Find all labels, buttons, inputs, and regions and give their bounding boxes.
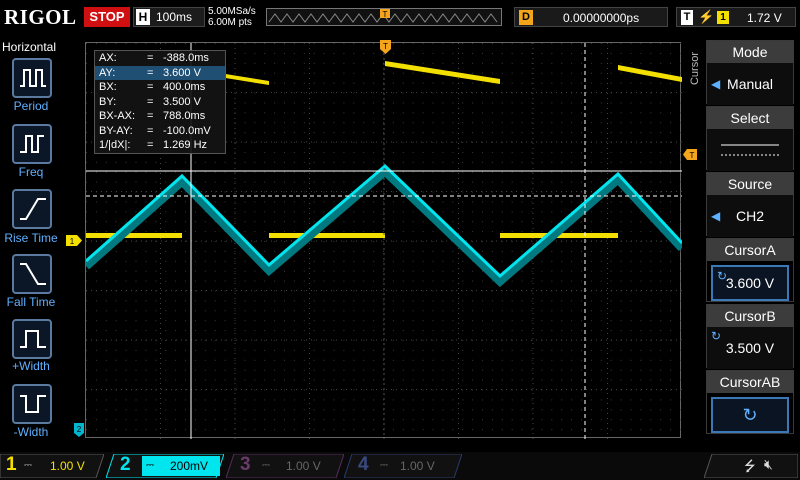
- memory-depth: 6.00M pts: [208, 17, 252, 28]
- dc-coupling-icon: ⎓: [262, 460, 270, 471]
- trigger-level-marker[interactable]: T: [683, 147, 697, 160]
- run-stop-indicator[interactable]: STOP: [84, 7, 130, 27]
- select-arrow-icon: ◀: [711, 209, 721, 223]
- readout-row-ay: AY: = 3.600 V: [95, 65, 225, 80]
- brand-logo: RIGOL: [4, 5, 77, 29]
- knob-icon: ↻: [742, 404, 758, 425]
- cursor-select-icon: [721, 144, 779, 156]
- ch1-number: 1: [6, 454, 17, 475]
- mode-title: Mode: [707, 41, 793, 63]
- fall-time-label: Fall Time: [6, 295, 56, 309]
- mode-menu[interactable]: Mode ◀ Manual: [706, 40, 794, 105]
- cursor-a-menu[interactable]: CursorA ↻ 3.600 V: [706, 238, 794, 302]
- sample-info: 5.00MSa/s 6.00M pts: [208, 6, 256, 28]
- position-trigger-label: T: [383, 10, 388, 19]
- waveform-position-bar[interactable]: T: [266, 8, 502, 26]
- ch2-scale: 200mV: [170, 459, 209, 473]
- sample-rate: 5.00MSa/s: [208, 6, 256, 17]
- cursor-ab-title: CursorAB: [707, 371, 793, 393]
- select-arrow-icon: ◀: [711, 77, 721, 91]
- freq-icon: [20, 135, 44, 153]
- source-value: CH2: [735, 208, 764, 224]
- trigger-label: T: [681, 10, 693, 25]
- period-label: Period: [13, 99, 49, 113]
- delay-display[interactable]: D 0.00000000ps: [514, 7, 668, 27]
- ch2-offset-marker[interactable]: 2: [74, 423, 84, 437]
- fall-time-icon: [20, 263, 46, 285]
- position-bar-waveform: T: [268, 9, 498, 23]
- minus-width-icon: [20, 395, 46, 413]
- svg-text:2: 2: [77, 425, 82, 434]
- trigger-position-marker[interactable]: T: [380, 40, 391, 54]
- mode-value: Manual: [727, 76, 773, 92]
- select-title: Select: [707, 107, 793, 129]
- svg-text:1: 1: [70, 237, 75, 246]
- dc-coupling-icon: ⎓: [146, 460, 154, 471]
- readout-row-by: BY: = 3.500 V: [99, 95, 201, 108]
- source-title: Source: [707, 173, 793, 195]
- ch1-indicator[interactable]: 1 ⎓ 1.00 V: [0, 454, 104, 478]
- readout-row-ax: AX: = -388.0ms: [99, 52, 209, 64]
- ch3-indicator[interactable]: 3 ⎓ 1.00 V: [226, 454, 344, 478]
- knob-icon: ↻: [717, 269, 728, 283]
- fall-time-button[interactable]: [12, 254, 52, 294]
- usb-icon: ⭍: [744, 458, 756, 474]
- cursor-b-value: 3.500 V: [725, 340, 775, 356]
- source-menu[interactable]: Source ◀ CH2: [706, 172, 794, 237]
- ch4-number: 4: [358, 454, 369, 475]
- ch4-indicator[interactable]: 4 ⎓ 1.00 V: [344, 454, 462, 478]
- dc-coupling-icon: ⎓: [380, 460, 388, 471]
- cursor-ab-menu[interactable]: CursorAB ↻: [706, 370, 794, 434]
- freq-button[interactable]: [12, 124, 52, 164]
- cursor-b-title: CursorB: [707, 305, 793, 327]
- svg-text:T: T: [383, 42, 388, 51]
- horizontal-timebase[interactable]: H 100ms: [133, 7, 205, 27]
- cursor-b-menu[interactable]: CursorB ↻ 3.500 V: [706, 304, 794, 369]
- readout-row-bx-ax: BX-AX: = 788.0ms: [99, 110, 206, 122]
- svg-text:T: T: [690, 151, 695, 160]
- menu-side-label: Cursor: [689, 52, 701, 86]
- oscilloscope-screen: RIGOL STOP H 100ms 5.00MSa/s 6.00M pts T…: [0, 0, 800, 480]
- status-icons: ⭍ 🔇︎: [703, 453, 799, 479]
- period-icon: [20, 69, 46, 87]
- trigger-source: 1: [717, 11, 729, 24]
- cursor-a-value: 3.600 V: [725, 275, 775, 291]
- left-menu-title: Horizontal: [2, 40, 57, 54]
- plus-width-button[interactable]: [12, 319, 52, 359]
- ch3-number: 3: [240, 454, 251, 475]
- ch3-scale: 1.00 V: [286, 459, 321, 473]
- minus-width-button[interactable]: [12, 384, 52, 424]
- readout-row-bx: BX: = 400.0ms: [99, 81, 206, 93]
- timebase-value: 100ms: [156, 10, 193, 24]
- period-button[interactable]: [12, 58, 52, 98]
- rising-edge-icon: ⚡: [698, 9, 715, 24]
- plus-width-label: +Width: [12, 359, 50, 373]
- ch1-scale: 1.00 V: [50, 459, 85, 473]
- select-menu[interactable]: Select: [706, 106, 794, 171]
- rise-time-button[interactable]: [12, 189, 52, 229]
- delay-label: D: [519, 10, 533, 25]
- delay-value: 0.00000000ps: [563, 11, 640, 25]
- cursor-a-title: CursorA: [707, 239, 793, 261]
- readout-row-by-ay: BY-AY: = -100.0mV: [99, 124, 211, 137]
- rise-time-label: Rise Time: [4, 231, 58, 245]
- ch2-number: 2: [120, 454, 131, 475]
- plus-width-icon: [20, 330, 46, 348]
- freq-label: Freq: [18, 165, 44, 179]
- sound-muted-icon[interactable]: 🔇︎: [764, 456, 773, 473]
- knob-icon: ↻: [711, 329, 722, 343]
- ch2-indicator[interactable]: 2 ⎓ 200mV: [106, 454, 224, 478]
- trigger-level: 1.72 V: [747, 11, 782, 25]
- horizontal-label: H: [136, 9, 150, 25]
- ch1-offset-marker[interactable]: 1: [66, 233, 82, 246]
- trigger-display[interactable]: T ⚡ 1 1.72 V: [676, 7, 796, 27]
- minus-width-label: -Width: [13, 425, 49, 439]
- cursor-readout: AX: = -388.0ms AY: = 3.600 V BX: = 400.0ms BY:…: [94, 50, 226, 154]
- ch4-scale: 1.00 V: [400, 459, 435, 473]
- rise-time-icon: [20, 198, 46, 220]
- readout-row-freq: 1/|dX|: = 1.269 Hz: [99, 139, 208, 151]
- dc-coupling-icon: ⎓: [24, 460, 32, 471]
